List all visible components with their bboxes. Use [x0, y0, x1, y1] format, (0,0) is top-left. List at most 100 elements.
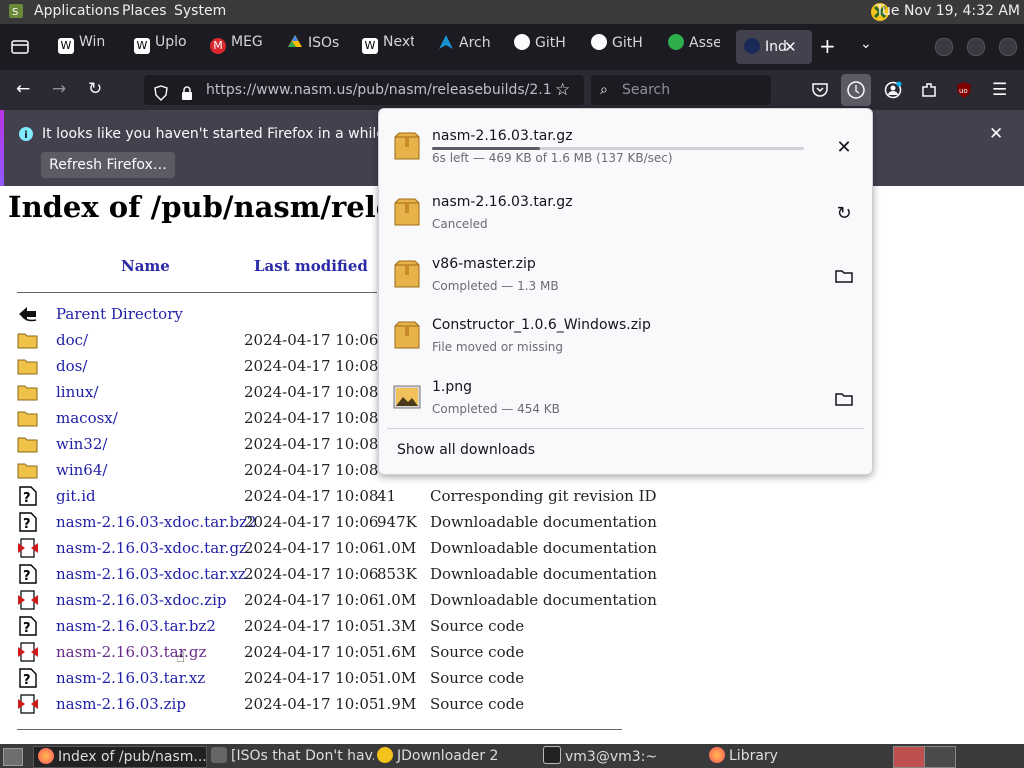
- close-tab-icon[interactable]: ✕: [784, 30, 797, 64]
- file-link[interactable]: win32/: [56, 435, 107, 453]
- forward-icon[interactable]: →: [52, 79, 66, 99]
- file-link[interactable]: macosx/: [56, 409, 118, 427]
- tab-5[interactable]: W Next: [362, 34, 414, 60]
- window-icon: [211, 747, 227, 763]
- file-link[interactable]: nasm-2.16.03.tar.bz2: [56, 617, 216, 635]
- pocket-icon[interactable]: [811, 81, 829, 99]
- jdownloader-icon: [377, 747, 393, 763]
- extensions-icon[interactable]: [920, 81, 938, 99]
- file-link[interactable]: win64/: [56, 461, 107, 479]
- download-progress-bar: [432, 147, 804, 150]
- window-minimize-icon[interactable]: [935, 38, 953, 56]
- ublock-origin-icon[interactable]: uo: [955, 81, 973, 99]
- file-link[interactable]: nasm-2.16.03-xdoc.zip: [56, 591, 226, 609]
- task-firefox-index[interactable]: Index of /pub/nasm...: [33, 746, 207, 768]
- nasm-icon: [744, 38, 760, 54]
- github-icon: [514, 34, 530, 50]
- unknown-icon: ?: [17, 512, 39, 532]
- tab-7[interactable]: GitH: [514, 34, 566, 60]
- retry-icon[interactable]: ↻: [833, 203, 855, 225]
- download-item[interactable]: nasm-2.16.03.tar.gz Canceled ↻: [379, 183, 872, 243]
- list-all-tabs-icon[interactable]: ⌄: [860, 36, 872, 52]
- download-status: 6s left — 469 KB of 1.6 MB (137 KB/sec): [432, 151, 673, 165]
- account-icon[interactable]: [884, 81, 902, 99]
- file-link[interactable]: nasm-2.16.03-xdoc.tar.gz: [56, 539, 247, 557]
- file-link[interactable]: nasm-2.16.03.tar.xz: [56, 669, 205, 687]
- tab-8[interactable]: GitH: [591, 34, 643, 60]
- tab-1[interactable]: W Win: [58, 34, 110, 60]
- tab-active[interactable]: Ind ✕: [736, 30, 812, 64]
- tab-label: GitH: [612, 35, 643, 51]
- terminal-icon: [543, 746, 561, 764]
- distro-logo-icon[interactable]: S: [8, 3, 24, 19]
- file-description: Source code: [430, 617, 525, 635]
- window-close-icon[interactable]: [999, 38, 1017, 56]
- lock-icon[interactable]: [180, 82, 194, 100]
- firefox-view-icon[interactable]: [11, 38, 29, 56]
- task-library[interactable]: Library: [705, 746, 879, 766]
- svg-text:S: S: [12, 7, 18, 18]
- file-link[interactable]: dos/: [56, 357, 87, 375]
- tab-6[interactable]: Arch: [438, 34, 490, 60]
- tab-4[interactable]: ISOs: [287, 34, 339, 60]
- file-size: 1.0M: [377, 591, 417, 609]
- url-bar[interactable]: https://www.nasm.us/pub/nasm/releasebuil…: [144, 75, 584, 105]
- task-jdownloader[interactable]: JDownloader 2: [373, 746, 537, 766]
- download-filename: v86-master.zip: [432, 256, 536, 272]
- task-terminal[interactable]: vm3@vm3:~: [539, 746, 703, 766]
- download-item[interactable]: Constructor_1.0.6_Windows.zip File moved …: [379, 306, 872, 366]
- file-date: 2024-04-17 10:08: [244, 357, 379, 375]
- file-date: 2024-04-17 10:06: [244, 565, 379, 583]
- column-header-name[interactable]: Name: [121, 257, 170, 275]
- parent-directory-link[interactable]: Parent Directory: [56, 305, 183, 323]
- menu-places[interactable]: Places: [122, 3, 167, 19]
- downloads-button[interactable]: [841, 74, 871, 106]
- url-text[interactable]: https://www.nasm.us/pub/nasm/releasebuil…: [206, 75, 551, 105]
- file-link[interactable]: git.id: [56, 487, 96, 505]
- mega-icon: M: [210, 38, 226, 54]
- window-maximize-icon[interactable]: [967, 38, 985, 56]
- bookmark-star-icon[interactable]: ☆: [555, 75, 570, 105]
- file-link[interactable]: nasm-2.16.03-xdoc.tar.bz2: [56, 513, 257, 531]
- tab-9[interactable]: Asse: [668, 34, 720, 60]
- table-row: nasm-2.16.03-xdoc.tar.gz 2024-04-17 10:06…: [0, 536, 657, 562]
- menu-applications[interactable]: Applications: [34, 3, 120, 19]
- unknown-icon: ?: [17, 668, 39, 688]
- file-description: Source code: [430, 643, 525, 661]
- reload-icon[interactable]: ↻: [88, 79, 102, 99]
- workspace-switcher-2[interactable]: [924, 746, 956, 768]
- table-row: ? nasm-2.16.03.tar.bz2 2024-04-17 10:05 1.3…: [0, 614, 640, 640]
- task-isos[interactable]: [ISOs that Don't hav...: [207, 746, 374, 766]
- file-date: 2024-04-17 10:06: [244, 331, 379, 349]
- app-menu-icon[interactable]: ☰: [992, 80, 1007, 100]
- show-desktop-icon[interactable]: [3, 748, 23, 766]
- new-tab-icon[interactable]: +: [819, 34, 836, 58]
- tab-label: MEG: [231, 34, 262, 50]
- file-link[interactable]: linux/: [56, 383, 98, 401]
- file-link[interactable]: doc/: [56, 331, 88, 349]
- file-link[interactable]: nasm-2.16.03-xdoc.tar.xz: [56, 565, 246, 583]
- download-item[interactable]: v86-master.zip Completed — 1.3 MB: [379, 245, 872, 305]
- column-header-last-modified[interactable]: Last modified: [254, 257, 368, 275]
- menu-system[interactable]: System: [174, 3, 226, 19]
- tab-2[interactable]: W Uplo: [134, 34, 186, 60]
- file-link[interactable]: nasm-2.16.03.zip: [56, 695, 186, 713]
- show-all-downloads-button[interactable]: Show all downloads: [397, 442, 535, 458]
- tracking-protection-icon[interactable]: [153, 82, 169, 101]
- clock[interactable]: Tue Nov 19, 4:32 AM: [876, 3, 1020, 19]
- file-size: 41: [377, 487, 397, 505]
- refresh-firefox-button[interactable]: Refresh Firefox…: [41, 152, 175, 178]
- file-date: 2024-04-17 10:08: [244, 487, 379, 505]
- back-icon[interactable]: ←: [16, 79, 30, 99]
- open-folder-icon[interactable]: [833, 265, 855, 287]
- table-row: nasm-2.16.03.tar.gz 2024-04-17 10:05 1.6M S…: [0, 640, 640, 666]
- workspace-switcher[interactable]: [893, 746, 925, 768]
- cancel-icon[interactable]: ✕: [833, 137, 855, 159]
- download-item[interactable]: 1.png Completed — 454 KB: [379, 368, 872, 428]
- search-bar[interactable]: ⌕ Search: [591, 75, 771, 105]
- close-notification-icon[interactable]: ✕: [989, 124, 1003, 144]
- download-status: Completed — 1.3 MB: [432, 279, 559, 293]
- open-folder-icon[interactable]: [833, 388, 855, 410]
- download-item[interactable]: nasm-2.16.03.tar.gz 6s left — 469 KB of 1…: [379, 117, 872, 177]
- tab-3[interactable]: M MEG: [210, 34, 262, 60]
